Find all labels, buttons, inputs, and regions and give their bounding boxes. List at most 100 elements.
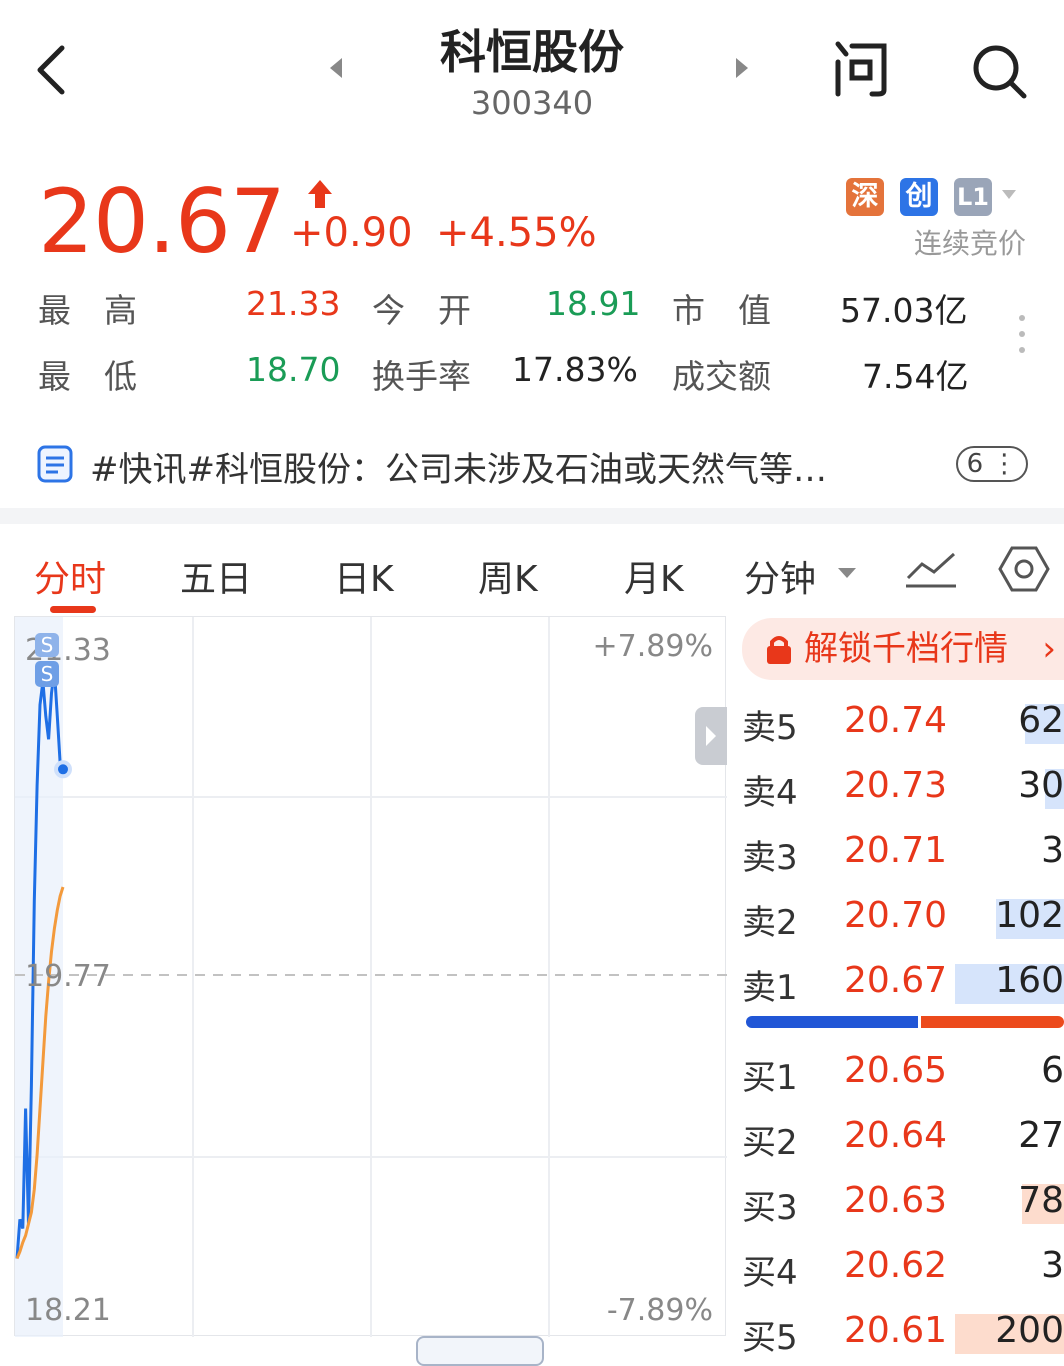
- sell-signal-marker[interactable]: S: [35, 661, 59, 687]
- mktcap-label: 市 值: [672, 291, 771, 330]
- turnover-value: 17.83%: [512, 350, 638, 389]
- level-volume: 160: [995, 960, 1064, 1001]
- chevron-down-icon[interactable]: [1002, 190, 1016, 199]
- tab-intraday[interactable]: 分时: [34, 550, 106, 602]
- open-label: 今 开: [372, 291, 471, 330]
- level-price: 20.65: [844, 1050, 948, 1091]
- bid-row[interactable]: 买2 20.64 27: [742, 1109, 1064, 1169]
- bottom-price-label: 18.21: [25, 1293, 111, 1328]
- high-value: 21.33: [246, 284, 341, 323]
- stock-name: 科恒股份: [440, 25, 624, 79]
- buy-sell-ratio-bar: [746, 1016, 1064, 1028]
- tab-monthly-k[interactable]: 月K: [624, 550, 684, 602]
- tab-daily-k[interactable]: 日K: [334, 550, 394, 602]
- chart-grid: [15, 617, 727, 1337]
- level-volume: 27: [1018, 1115, 1064, 1156]
- active-tab-indicator: [50, 606, 96, 613]
- mid-price-label: 19.77: [25, 959, 111, 994]
- level-label: 卖1: [742, 968, 798, 1008]
- last-price: 20.67: [38, 170, 286, 273]
- panel-toggle-tab[interactable]: [695, 707, 727, 765]
- up-arrow-icon: [308, 180, 332, 208]
- level-price: 20.71: [844, 830, 948, 871]
- ratio-buy-segment: [746, 1016, 918, 1028]
- level-volume: 6: [1041, 1050, 1064, 1091]
- last-price-dot: [54, 760, 72, 779]
- stock-code: 300340: [470, 84, 594, 122]
- bid-row[interactable]: 买4 20.62 3: [742, 1239, 1064, 1299]
- chart-canvas: [15, 617, 727, 1337]
- bottom-pct-label: -7.89%: [606, 1293, 713, 1328]
- level-volume: 78: [1018, 1180, 1064, 1221]
- level-price: 20.61: [844, 1310, 948, 1351]
- intraday-chart[interactable]: 21.33 19.77 18.21 +7.89% -7.89% S S: [14, 616, 727, 1337]
- news-count-badge[interactable]: 6 ⋮: [956, 446, 1028, 482]
- chevron-right-icon: ›: [1042, 629, 1056, 669]
- top-pct-label: +7.89%: [592, 629, 713, 664]
- market-badge-shen: 深: [846, 178, 884, 216]
- minute-dropdown-icon[interactable]: [838, 568, 856, 578]
- low-label: 最 低: [38, 357, 137, 396]
- ask-row[interactable]: 卖3 20.71 3: [742, 824, 1064, 884]
- lock-icon: [767, 636, 791, 664]
- level-volume: 200: [995, 1310, 1064, 1351]
- level-label: 卖4: [742, 773, 798, 813]
- ask-row[interactable]: 卖2 20.70 102: [742, 889, 1064, 949]
- tab-five-day[interactable]: 五日: [180, 550, 252, 602]
- level-volume: 3: [1041, 830, 1064, 871]
- indicator-line-icon[interactable]: [904, 548, 958, 590]
- ask-row[interactable]: 卖5 20.74 62: [742, 694, 1064, 754]
- level-volume: 102: [995, 895, 1064, 936]
- price-change-pct: +4.55%: [436, 210, 597, 256]
- tab-weekly-k[interactable]: 周K: [478, 550, 538, 602]
- top-bar: 科恒股份 300340: [0, 0, 1064, 140]
- level-price: 20.73: [844, 765, 948, 806]
- more-vertical-icon[interactable]: [1016, 312, 1028, 356]
- price-change: +0.90: [290, 210, 413, 256]
- ask-row[interactable]: 卖1 20.67 160: [742, 954, 1064, 1014]
- level-label: 卖2: [742, 903, 798, 943]
- open-value: 18.91: [546, 284, 641, 323]
- ask-row[interactable]: 卖4 20.73 30: [742, 759, 1064, 819]
- level-volume: 3: [1041, 1245, 1064, 1286]
- bid-row[interactable]: 买3 20.63 78: [742, 1174, 1064, 1234]
- section-divider: [0, 508, 1064, 524]
- settings-hex-icon[interactable]: [998, 544, 1050, 594]
- level-volume: 30: [1018, 765, 1064, 806]
- level-price: 20.63: [844, 1180, 948, 1221]
- search-icon[interactable]: [970, 42, 1030, 102]
- bid-row[interactable]: 买1 20.65 6: [742, 1044, 1064, 1104]
- news-doc-icon: [37, 445, 73, 483]
- level-price: 20.64: [844, 1115, 948, 1156]
- level-label: 卖5: [742, 708, 798, 748]
- bid-row[interactable]: 买5 20.61 200: [742, 1304, 1064, 1364]
- level-label: 买4: [742, 1253, 798, 1293]
- turnover-label: 换手率: [372, 357, 471, 396]
- auction-status: 连续竞价: [913, 227, 1026, 260]
- mktcap-value: 57.03亿: [840, 291, 968, 330]
- level-price: 20.62: [844, 1245, 948, 1286]
- level-volume: 62: [1018, 700, 1064, 741]
- level-label: 买1: [742, 1058, 798, 1098]
- unlock-label: 解锁千档行情: [804, 629, 1008, 669]
- amount-value: 7.54亿: [862, 357, 969, 396]
- market-badge-chuang: 创: [900, 178, 938, 216]
- tab-minute[interactable]: 分钟: [744, 550, 816, 602]
- level-price: 20.74: [844, 700, 948, 741]
- unlock-depth-button[interactable]: 解锁千档行情 ›: [742, 618, 1064, 680]
- news-count: 6: [966, 449, 984, 479]
- amount-label: 成交额: [672, 357, 771, 396]
- level-label: 买3: [742, 1188, 798, 1228]
- level-label: 买2: [742, 1123, 798, 1163]
- next-stock-icon[interactable]: [736, 58, 748, 78]
- question-icon[interactable]: [832, 40, 890, 98]
- chart-overlay-button[interactable]: [416, 1336, 544, 1366]
- expand-icon: [706, 726, 716, 746]
- level-label: 卖3: [742, 838, 798, 878]
- news-headline[interactable]: #快讯#科恒股份：公司未涉及石油或天然气等…: [90, 442, 827, 491]
- sell-signal-marker[interactable]: S: [35, 633, 59, 657]
- level-badge[interactable]: L1: [954, 178, 992, 216]
- level-price: 20.70: [844, 895, 948, 936]
- high-label: 最 高: [38, 291, 137, 330]
- level-price: 20.67: [844, 960, 948, 1001]
